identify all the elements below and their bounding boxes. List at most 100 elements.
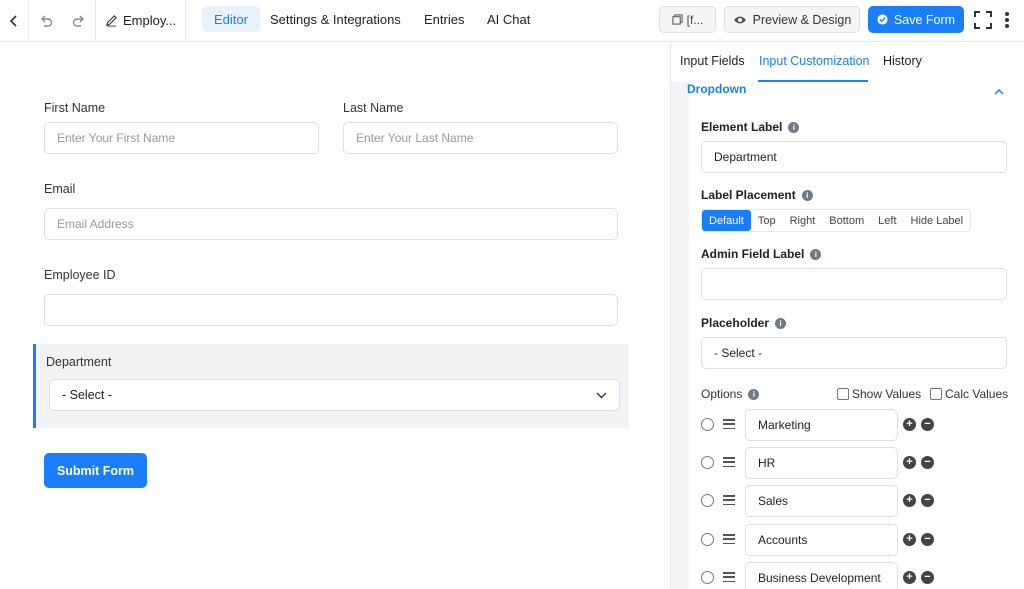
admin-field-label-heading: Admin Field Label i: [701, 247, 822, 261]
last-name-label: Last Name: [343, 101, 404, 115]
checkbox-box: [930, 388, 942, 400]
add-option-icon[interactable]: +: [903, 456, 916, 469]
copy-icon: [672, 14, 683, 25]
drag-handle-icon[interactable]: [723, 534, 735, 544]
remove-option-icon[interactable]: −: [921, 456, 934, 469]
option-input[interactable]: Sales: [745, 485, 898, 517]
element-label-input[interactable]: Department: [701, 141, 1007, 173]
placeholder-text: Placeholder: [701, 316, 770, 330]
placeholder-heading: Placeholder i: [701, 316, 787, 330]
calc-values-label: Calc Values: [945, 387, 1009, 401]
info-icon: i: [801, 189, 813, 201]
pencil-icon: [105, 15, 117, 27]
tab-history[interactable]: History: [883, 54, 922, 68]
save-label: Save Form: [893, 12, 956, 27]
placement-hide-label[interactable]: Hide Label: [904, 210, 971, 231]
department-select-value: - Select -: [62, 388, 113, 402]
panel-tabs: Input Fields Input Customization History: [671, 42, 1024, 82]
add-option-icon[interactable]: +: [903, 571, 916, 584]
employee-id-input[interactable]: [44, 294, 618, 326]
show-values-checkbox[interactable]: Show Values: [837, 387, 921, 401]
option-row: HR + −: [701, 447, 1007, 479]
last-name-input[interactable]: Enter Your Last Name: [343, 122, 618, 154]
department-field-selected[interactable]: Department - Select -: [33, 344, 629, 428]
placement-bottom[interactable]: Bottom: [822, 210, 871, 231]
remove-option-icon[interactable]: −: [921, 494, 934, 507]
first-name-input[interactable]: Enter Your First Name: [44, 122, 319, 154]
label-placement-group: Default Top Right Bottom Left Hide Label: [701, 209, 972, 232]
option-input[interactable]: Marketing: [745, 409, 898, 441]
default-option-radio[interactable]: [701, 494, 714, 507]
department-select[interactable]: - Select -: [49, 379, 620, 411]
tab-input-fields[interactable]: Input Fields: [680, 54, 745, 68]
chevron-left-icon: [9, 14, 17, 27]
option-input[interactable]: Business Development: [745, 562, 898, 589]
label-placement-text: Label Placement: [701, 188, 796, 202]
placement-top[interactable]: Top: [751, 210, 783, 231]
add-option-icon[interactable]: +: [903, 418, 916, 431]
department-label: Department: [46, 355, 112, 369]
placement-right[interactable]: Right: [783, 210, 823, 231]
submit-form-button[interactable]: Submit Form: [44, 453, 147, 488]
form-name-button[interactable]: Employ...: [96, 0, 186, 41]
option-row: Business Development + −: [701, 562, 1007, 589]
preview-label: Preview & Design: [752, 12, 852, 27]
option-row: Sales + −: [701, 485, 1007, 517]
info-icon: i: [810, 248, 822, 260]
tab-ai-chat[interactable]: AI Chat: [475, 6, 542, 32]
preview-design-button[interactable]: Preview & Design: [724, 6, 860, 33]
option-row: Accounts + −: [701, 524, 1007, 556]
collapse-section-button[interactable]: [994, 83, 1004, 98]
shortcode-label: [f...: [686, 12, 704, 27]
default-option-radio[interactable]: [701, 533, 714, 546]
section-title-dropdown[interactable]: Dropdown: [687, 82, 746, 96]
tab-input-customization[interactable]: Input Customization: [759, 54, 869, 68]
first-name-label: First Name: [44, 101, 106, 115]
more-options-button[interactable]: [1000, 9, 1014, 31]
top-bar: Employ... Editor Settings & Integrations…: [0, 0, 1024, 42]
info-icon: i: [775, 317, 787, 329]
options-text: Options: [701, 387, 743, 401]
placement-default[interactable]: Default: [702, 210, 751, 231]
check-circle-icon: [877, 14, 888, 25]
drag-handle-icon[interactable]: [723, 495, 735, 505]
save-form-button[interactable]: Save Form: [868, 6, 964, 33]
redo-button[interactable]: [62, 0, 96, 41]
tab-settings-integrations[interactable]: Settings & Integrations: [258, 6, 413, 32]
add-option-icon[interactable]: +: [903, 494, 916, 507]
eye-icon: [733, 16, 746, 23]
default-option-radio[interactable]: [701, 571, 714, 584]
label-placement-heading: Label Placement i: [701, 188, 813, 202]
remove-option-icon[interactable]: −: [921, 418, 934, 431]
form-name: Employ...: [123, 13, 177, 28]
shortcode-button[interactable]: [f...: [659, 6, 716, 33]
fullscreen-button[interactable]: [972, 9, 994, 31]
add-option-icon[interactable]: +: [903, 533, 916, 546]
option-input[interactable]: HR: [745, 447, 898, 479]
fullscreen-icon: [974, 11, 992, 29]
admin-field-label-input[interactable]: [701, 268, 1007, 300]
back-button[interactable]: [0, 0, 29, 41]
chevron-down-icon: [596, 392, 607, 398]
undo-button[interactable]: [29, 0, 62, 41]
email-label: Email: [44, 182, 76, 196]
drag-handle-icon[interactable]: [723, 572, 735, 582]
form-canvas: First Name Enter Your First Name Last Na…: [0, 42, 670, 589]
placeholder-input[interactable]: - Select -: [701, 337, 1007, 369]
tab-entries[interactable]: Entries: [412, 6, 476, 32]
remove-option-icon[interactable]: −: [921, 533, 934, 546]
remove-option-icon[interactable]: −: [921, 571, 934, 584]
tab-editor[interactable]: Editor: [202, 6, 260, 32]
default-option-radio[interactable]: [701, 456, 714, 469]
options-heading: Options i: [701, 387, 760, 401]
placement-left[interactable]: Left: [871, 210, 903, 231]
info-icon: i: [748, 388, 760, 400]
drag-handle-icon[interactable]: [723, 457, 735, 467]
drag-handle-icon[interactable]: [723, 419, 735, 429]
employee-id-label: Employee ID: [44, 268, 116, 282]
calc-values-checkbox[interactable]: Calc Values: [930, 387, 1008, 401]
default-option-radio[interactable]: [701, 418, 714, 431]
chevron-up-icon: [994, 88, 1004, 95]
option-input[interactable]: Accounts: [745, 524, 898, 556]
email-input[interactable]: Email Address: [44, 208, 618, 240]
